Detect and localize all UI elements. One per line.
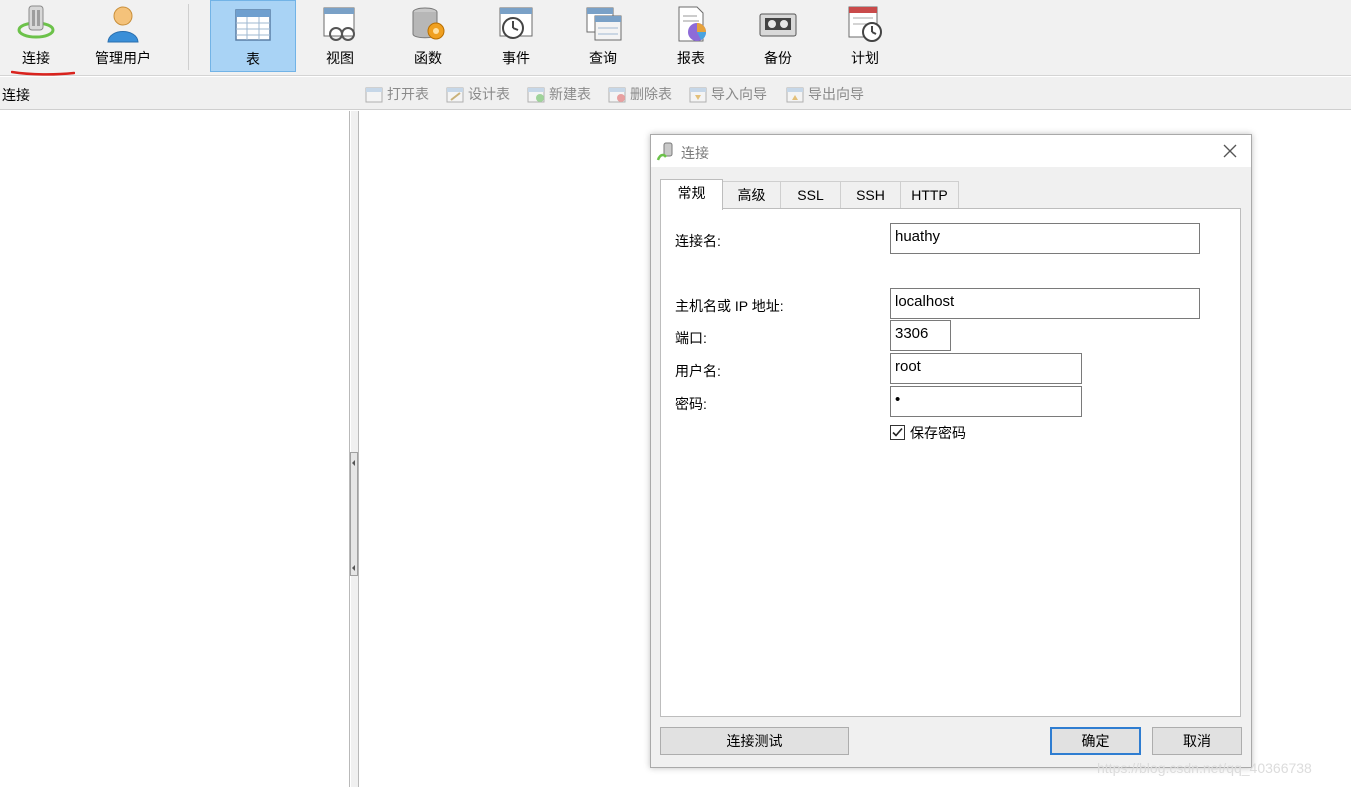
toolbar-event-button[interactable]: 事件: [473, 0, 559, 72]
toolbar-separator: [188, 4, 189, 70]
tab-ssl[interactable]: SSL: [780, 181, 841, 209]
toolbar-schedule-button[interactable]: 计划: [822, 0, 908, 72]
host-input[interactable]: localhost: [890, 288, 1200, 319]
toolbar-manage-users-label: 管理用户: [95, 50, 151, 66]
save-password-checkbox[interactable]: [890, 425, 905, 440]
design-table-button[interactable]: 设计表: [446, 83, 510, 105]
toolbar-view-button[interactable]: 视图: [297, 0, 383, 72]
delete-table-button[interactable]: 删除表: [608, 83, 672, 105]
toolbar-report-label: 报表: [677, 50, 705, 66]
table-icon: [235, 9, 271, 41]
toolbar-backup-button[interactable]: 备份: [735, 0, 821, 72]
host-label: 主机名或 IP 地址:: [675, 298, 784, 314]
password-label: 密码:: [675, 396, 707, 412]
toolbar-function-button[interactable]: 函数: [385, 0, 471, 72]
toolbar-schedule-label: 计划: [851, 50, 879, 66]
red-annotation-underline: [11, 70, 75, 76]
toolbar-event-label: 事件: [502, 50, 530, 66]
watermark-text: https://blog.csdn.net/qq_40366738: [1097, 760, 1312, 776]
collapse-left-arrow-icon: [352, 460, 355, 466]
test-connection-button[interactable]: 连接测试: [660, 727, 849, 755]
toolbar-connection-label: 连接: [22, 50, 50, 66]
toolbar-backup-label: 备份: [764, 50, 792, 66]
tab-general[interactable]: 常规: [660, 179, 723, 210]
password-input[interactable]: •: [890, 386, 1082, 417]
function-icon: [412, 7, 445, 40]
port-input[interactable]: 3306: [890, 320, 951, 351]
report-icon: [678, 6, 706, 42]
toolbar-query-label: 查询: [589, 50, 617, 66]
connection-tree-pane[interactable]: [0, 111, 350, 787]
checkmark-icon: [892, 427, 903, 437]
import-wizard-button[interactable]: 导入向导: [689, 83, 767, 105]
connection-plug-icon: [17, 5, 55, 39]
tab-http[interactable]: HTTP: [900, 181, 959, 209]
toolbar-report-button[interactable]: 报表: [648, 0, 734, 72]
general-tab-panel: 连接名: huathy 主机名或 IP 地址: localhost 端口: 33…: [660, 208, 1241, 717]
connection-name-label: 连接名:: [675, 233, 721, 249]
username-input[interactable]: root: [890, 353, 1082, 384]
export-wizard-button[interactable]: 导出向导: [786, 83, 864, 105]
toolbar-table-label: 表: [246, 51, 260, 67]
close-icon[interactable]: [1221, 142, 1239, 160]
connection-dialog: 连接 常规 高级 SSL SSH HTTP 连接名: huathy 主机名或 I…: [650, 134, 1252, 768]
toolbar-table-button[interactable]: 表: [210, 0, 296, 72]
object-subtoolbar: 连接 打开表 设计表 新建表 删除表 导入向导 导出向导: [0, 77, 1351, 110]
username-label: 用户名:: [675, 363, 721, 379]
delete-table-icon: [608, 87, 626, 102]
open-table-icon: [365, 87, 383, 102]
ok-button[interactable]: 确定: [1050, 727, 1141, 755]
query-icon: [586, 7, 622, 41]
toolbar-manage-users-button[interactable]: 管理用户: [80, 0, 166, 72]
main-toolbar: 连接 管理用户 表 视图 函数 事件 查询 报表 备份 计划: [0, 0, 1351, 76]
dialog-titlebar[interactable]: 连接: [651, 135, 1251, 167]
cancel-button[interactable]: 取消: [1152, 727, 1242, 755]
export-wizard-icon: [786, 87, 804, 102]
design-table-icon: [446, 87, 464, 102]
tab-ssh[interactable]: SSH: [840, 181, 901, 209]
tab-advanced[interactable]: 高级: [722, 181, 781, 209]
connection-plug-icon: [656, 142, 673, 161]
dialog-title: 连接: [681, 145, 709, 161]
backup-tape-icon: [759, 13, 797, 37]
connection-name-input[interactable]: huathy: [890, 223, 1200, 254]
user-icon: [107, 6, 139, 43]
new-table-icon: [527, 87, 545, 102]
open-table-button[interactable]: 打开表: [365, 83, 429, 105]
toolbar-view-label: 视图: [326, 50, 354, 66]
new-table-label: 新建表: [549, 86, 591, 102]
pane-splitter[interactable]: [351, 111, 359, 787]
delete-table-label: 删除表: [630, 86, 672, 102]
view-icon: [323, 7, 355, 41]
toolbar-query-button[interactable]: 查询: [560, 0, 646, 72]
export-wizard-label: 导出向导: [808, 86, 864, 102]
import-wizard-label: 导入向导: [711, 86, 767, 102]
splitter-collapse-handle[interactable]: [350, 452, 358, 576]
schedule-icon: [848, 6, 882, 42]
toolbar-function-label: 函数: [414, 50, 442, 66]
open-table-label: 打开表: [387, 86, 429, 102]
save-password-label[interactable]: 保存密码: [910, 423, 966, 443]
event-clock-icon: [499, 7, 533, 39]
collapse-left-arrow-icon: [352, 565, 355, 571]
import-wizard-icon: [689, 87, 707, 102]
toolbar-connection-button[interactable]: 连接: [0, 0, 79, 72]
design-table-label: 设计表: [468, 86, 510, 102]
port-label: 端口:: [675, 330, 707, 346]
subbar-title: 连接: [2, 87, 30, 103]
new-table-button[interactable]: 新建表: [527, 83, 591, 105]
